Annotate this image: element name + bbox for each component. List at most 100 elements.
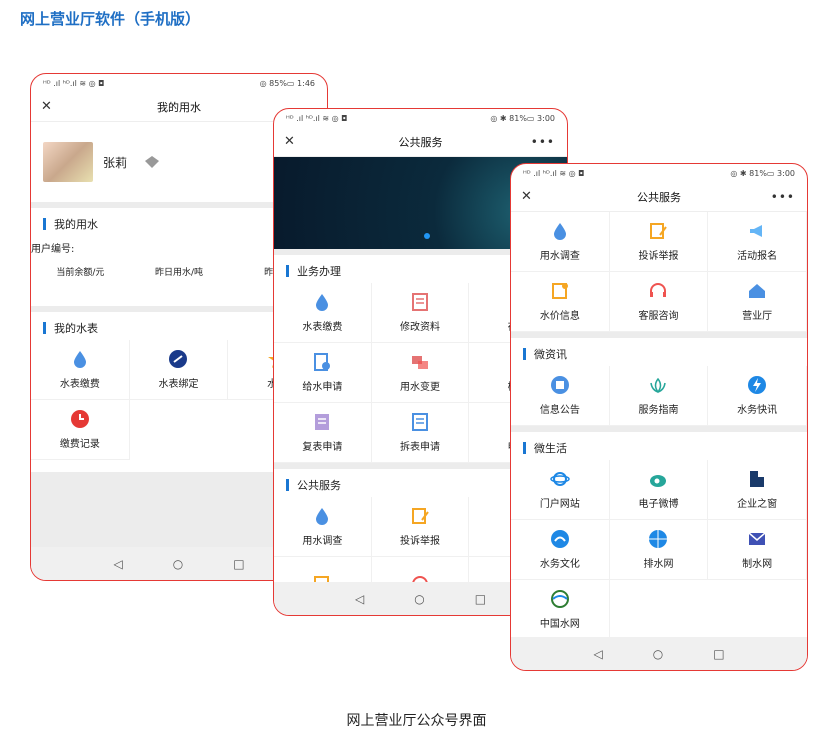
menu-item[interactable]: 水务文化 bbox=[511, 520, 610, 580]
headset-icon bbox=[650, 283, 667, 297]
menu-item[interactable]: 服务指南 bbox=[609, 366, 709, 426]
menu-item[interactable] bbox=[274, 557, 372, 582]
menu-item[interactable]: 复表申请 bbox=[274, 403, 372, 463]
status-right: ◎ 85%▭ 1:46 bbox=[259, 78, 315, 88]
apply-icon bbox=[314, 353, 331, 371]
menu-item[interactable]: 投诉举报 bbox=[609, 212, 709, 272]
status-left: ᴴᴰ .ıl ʰᴰ.ıl ≋ ◎ ◘ bbox=[43, 78, 105, 88]
menu-item[interactable]: 中国水网 bbox=[511, 580, 610, 637]
notice-icon bbox=[550, 376, 569, 394]
back-button[interactable]: ◁ bbox=[593, 647, 602, 661]
back-button[interactable]: ◁ bbox=[355, 592, 364, 606]
menu-item[interactable]: 用水变更 bbox=[371, 343, 470, 403]
price-icon bbox=[314, 575, 330, 582]
water-drop-icon bbox=[553, 223, 566, 240]
status-right: ◎ ✱ 81%▭ 3:00 bbox=[730, 168, 795, 178]
menu-item[interactable]: 信息公告 bbox=[511, 366, 610, 426]
home-button[interactable]: ○ bbox=[653, 647, 663, 661]
item-label: 水务快讯 bbox=[737, 405, 778, 416]
more-icon[interactable]: ••• bbox=[531, 135, 555, 149]
back-button[interactable]: ◁ bbox=[113, 557, 122, 571]
item-label: 用水调查 bbox=[539, 251, 580, 262]
balance-stat: 当前余额/元 bbox=[56, 268, 105, 278]
item-label: 拆表申请 bbox=[399, 442, 440, 453]
item-label: 营业厅 bbox=[742, 311, 773, 322]
carousel-dot bbox=[424, 233, 430, 239]
weibo-icon bbox=[650, 475, 667, 487]
water-drop-icon bbox=[316, 294, 329, 311]
menu-item[interactable]: 用水调查 bbox=[274, 497, 372, 557]
home-button[interactable]: ○ bbox=[414, 592, 424, 606]
menu-item[interactable]: 企业之窗 bbox=[708, 460, 807, 520]
menu-item[interactable]: 客服咨询 bbox=[609, 272, 709, 332]
item-label: 电子微博 bbox=[638, 499, 679, 510]
status-bar: ᴴᴰ .ıl ʰᴰ.ıl ≋ ◎ ◘ ◎ 85%▭ 1:46 bbox=[31, 74, 327, 92]
section-title: 微资讯 bbox=[534, 348, 567, 361]
item-label: 缴费记录 bbox=[59, 439, 100, 450]
avatar bbox=[43, 142, 93, 182]
recent-button[interactable]: □ bbox=[475, 592, 486, 606]
building-icon bbox=[750, 471, 765, 487]
form2-icon bbox=[411, 413, 428, 431]
menu-item[interactable]: 水表绑定 bbox=[129, 340, 229, 400]
close-icon[interactable]: ✕ bbox=[284, 134, 295, 149]
item-label: 信息公告 bbox=[539, 405, 580, 416]
page-title: 网上营业厅软件（手机版） bbox=[20, 10, 201, 28]
menu-item[interactable]: 活动报名 bbox=[708, 212, 807, 272]
close-icon[interactable]: ✕ bbox=[521, 189, 532, 204]
water-net-icon bbox=[550, 590, 569, 608]
recent-button[interactable]: □ bbox=[713, 647, 724, 661]
menu-item[interactable]: 投诉举报 bbox=[371, 497, 470, 557]
status-bar: ᴴᴰ .ıl ʰᴰ.ıl ≋ ◎ ◘ ◎ ✱ 81%▭ 3:00 bbox=[511, 164, 807, 182]
water-drop-icon bbox=[73, 351, 86, 368]
status-left: ᴴᴰ .ıl ʰᴰ.ıl ≋ ◎ ◘ bbox=[523, 168, 585, 178]
menu-item[interactable]: 制水网 bbox=[708, 520, 807, 580]
status-bar: ᴴᴰ .ıl ʰᴰ.ıl ≋ ◎ ◘ ◎ ✱ 81%▭ 3:00 bbox=[274, 109, 567, 127]
house-icon bbox=[749, 284, 766, 298]
user-name: 张莉 bbox=[103, 155, 128, 170]
section-title: 公共服务 bbox=[297, 479, 341, 492]
menu-item[interactable]: 水表缴费 bbox=[274, 283, 372, 343]
yesterday-usage-stat: 昨日用水/吨 bbox=[154, 268, 204, 278]
menu-item[interactable]: 排水网 bbox=[609, 520, 709, 580]
menu-item[interactable]: 给水申请 bbox=[274, 343, 372, 403]
envelope-icon bbox=[748, 532, 766, 545]
item-label: 修改资料 bbox=[399, 322, 440, 333]
recent-button[interactable]: □ bbox=[233, 557, 244, 571]
item-label: 客服咨询 bbox=[638, 311, 679, 322]
menu-item[interactable]: 营业厅 bbox=[708, 272, 807, 332]
menu-item[interactable]: 水价信息 bbox=[511, 272, 610, 332]
item-label: 水表缴费 bbox=[59, 379, 100, 390]
item-label: 用水调查 bbox=[302, 536, 343, 547]
menu-item[interactable] bbox=[372, 557, 470, 582]
item-label: 水表绑定 bbox=[158, 379, 199, 390]
menu-item[interactable]: 用水调查 bbox=[511, 212, 610, 272]
menu-item[interactable]: 缴费记录 bbox=[31, 400, 130, 460]
menu-item[interactable]: 门户网站 bbox=[511, 460, 610, 520]
menu-item[interactable]: 拆表申请 bbox=[371, 403, 470, 463]
item-label: 水价信息 bbox=[539, 311, 580, 322]
item-label: 投诉举报 bbox=[638, 251, 679, 262]
item-label: 水表缴费 bbox=[302, 322, 343, 333]
screen-title: 我的用水 bbox=[157, 100, 201, 114]
menu-item[interactable]: 电子微博 bbox=[609, 460, 709, 520]
item-label: 制水网 bbox=[742, 559, 773, 570]
water-drop-icon bbox=[316, 508, 329, 525]
menu-item[interactable]: 修改资料 bbox=[371, 283, 470, 343]
menu-item[interactable]: 水表缴费 bbox=[31, 340, 130, 400]
caption: 网上营业厅公众号界面 bbox=[346, 713, 487, 729]
home-button[interactable]: ○ bbox=[173, 557, 183, 571]
complaint-icon bbox=[411, 508, 429, 524]
screen-title: 公共服务 bbox=[637, 190, 681, 204]
globe-icon bbox=[649, 530, 668, 548]
megaphone-icon bbox=[750, 225, 763, 237]
item-label: 门户网站 bbox=[539, 499, 580, 510]
menu-item[interactable]: 水务快讯 bbox=[708, 366, 807, 426]
close-icon[interactable]: ✕ bbox=[41, 99, 52, 114]
status-right: ◎ ✱ 81%▭ 3:00 bbox=[490, 113, 555, 123]
section-title: 微生活 bbox=[534, 442, 567, 455]
more-icon[interactable]: ••• bbox=[771, 190, 795, 204]
item-label: 给水申请 bbox=[302, 382, 343, 393]
complaint-icon bbox=[650, 223, 668, 239]
culture-icon bbox=[550, 530, 569, 548]
